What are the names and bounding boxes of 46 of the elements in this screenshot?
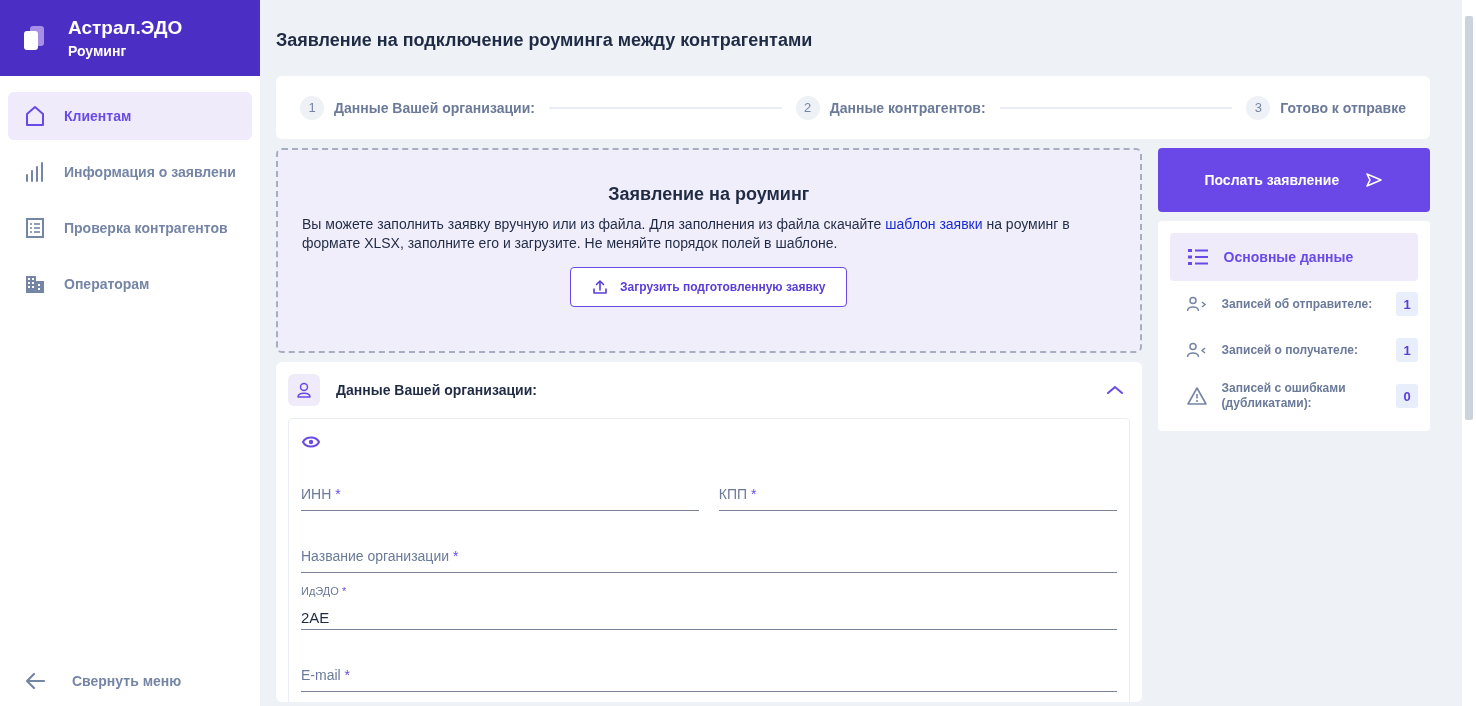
building-icon [24, 273, 46, 295]
sidebar-item[interactable]: Информация о заявлени [8, 148, 252, 196]
step-label: Данные Вашей организации: [334, 99, 535, 116]
count-badge: 1 [1396, 338, 1418, 362]
step-number: 3 [1246, 95, 1271, 120]
chevron-up-icon[interactable] [1105, 384, 1124, 396]
count-badge: 0 [1396, 384, 1418, 408]
summary-nav-item[interactable]: Основные данные [1169, 233, 1418, 281]
document-list-icon [24, 217, 46, 239]
step-label: Данные контрагентов: [829, 99, 986, 116]
eye-icon[interactable] [301, 435, 321, 449]
step-number: 2 [795, 95, 820, 120]
collapse-menu-button[interactable]: Свернуть меню [24, 666, 260, 696]
warning-icon [1185, 386, 1208, 406]
summary-label: Записей с ошибками (дубликатами): [1221, 381, 1347, 411]
sidebar-item[interactable]: Проверка контрагентов [8, 204, 252, 252]
user-arrow-icon [1185, 342, 1208, 358]
input-field[interactable]: Название организации * [301, 531, 1117, 573]
step-label: Готово к отправке [1280, 99, 1406, 116]
input-field[interactable]: КПП * [718, 469, 1117, 511]
send-icon [1365, 172, 1384, 188]
user-arrow-icon [1185, 296, 1208, 312]
sidebar-item[interactable]: Клиентам [8, 92, 252, 140]
home-icon [24, 105, 46, 127]
dropzone-description: Вы можете заполнить заявку вручную или из файла. Для заполнения из файла скачайте шаблон заявки на роуминг в формате XLSX, заполните его и загрузите. Не меняйте порядок полей в шаблоне. [302, 215, 1071, 253]
step-number: 1 [300, 95, 324, 120]
user-icon [288, 374, 320, 406]
sidebar-item[interactable]: Операторам [8, 260, 252, 308]
template-link[interactable]: шаблон заявки [885, 216, 983, 232]
arrow-left-icon [24, 672, 46, 690]
bar-chart-icon [24, 161, 46, 183]
upload-button[interactable]: Загрузить подготовленную заявку [570, 267, 848, 307]
input-field[interactable]: ИдЭДО * 2AE [301, 585, 1117, 630]
dropzone-title: Заявление на роуминг [608, 184, 810, 205]
send-button[interactable]: Послать заявление [1157, 148, 1430, 212]
upload-icon [592, 279, 609, 295]
summary-label: Записей о получателе: [1221, 342, 1359, 358]
input-field[interactable]: E-mail * [301, 650, 1117, 692]
page-title: Заявление на подключение роуминга между контрагентами [276, 29, 814, 52]
app-subtitle: Роуминг [68, 43, 128, 59]
app-name: Астрал.ЭДО [68, 17, 183, 39]
input-field[interactable]: ИНН * [301, 469, 699, 511]
count-badge: 1 [1396, 292, 1418, 316]
summary-label: Записей об отправителе: [1221, 296, 1374, 312]
list-icon [1187, 248, 1208, 266]
section-title: Данные Вашей организации: [336, 382, 538, 398]
